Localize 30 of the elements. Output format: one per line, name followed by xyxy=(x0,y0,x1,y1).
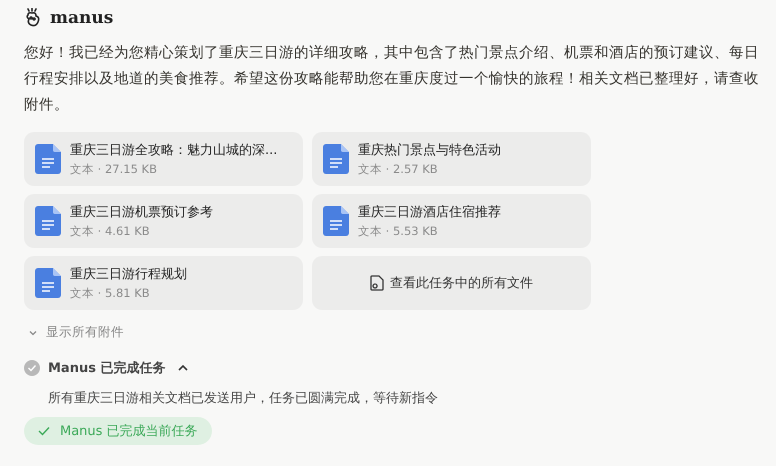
file-meta: 文本 · 27.15 KB xyxy=(70,162,158,177)
check-circle-icon xyxy=(24,360,40,376)
file-name: 重庆热门景点与特色活动 xyxy=(358,142,501,159)
task-title: Manus 已完成任务 xyxy=(48,360,166,377)
file-name: 重庆三日游全攻略：魅力山城的深... xyxy=(70,142,278,159)
check-icon xyxy=(38,426,50,436)
file-card[interactable]: 重庆热门景点与特色活动 文本 · 2.57 KB xyxy=(312,132,591,186)
view-all-files-button[interactable]: 查看此任务中的所有文件 xyxy=(312,256,591,310)
file-card[interactable]: 重庆三日游行程规划 文本 · 5.81 KB xyxy=(24,256,303,310)
file-name: 重庆三日游机票预订参考 xyxy=(70,204,213,221)
message-text: 您好！我已经为您精心策划了重庆三日游的详细攻略，其中包含了热门景点介绍、机票和酒店的预订建议、每日行程安排以及地道的美食推荐。希望这份攻略能帮助您在重庆度过一个愉快的旅程！相关文档已整理好，请查收附件。 xyxy=(24,44,759,115)
file-name: 重庆三日游酒店住宿推荐 xyxy=(358,204,501,221)
file-meta: 文本 · 5.53 KB xyxy=(358,224,439,239)
file-card[interactable]: 重庆三日游机票预订参考 文本 · 4.61 KB xyxy=(24,194,303,248)
document-icon xyxy=(323,206,349,236)
file-icon xyxy=(370,275,384,291)
file-meta: 文本 · 4.61 KB xyxy=(70,224,151,239)
document-icon xyxy=(323,144,349,174)
status-badge: Manus 已完成当前任务 xyxy=(24,417,212,445)
file-card[interactable]: 重庆三日游全攻略：魅力山城的深... 文本 · 27.15 KB xyxy=(24,132,303,186)
document-icon xyxy=(35,206,61,236)
file-meta: 文本 · 5.81 KB xyxy=(70,286,151,301)
task-detail: 所有重庆三日游相关文档已发送用户，任务已圆满完成，等待新指令 xyxy=(48,390,439,407)
file-meta: 文本 · 2.57 KB xyxy=(358,162,439,177)
file-card[interactable]: 重庆三日游酒店住宿推荐 文本 · 5.53 KB xyxy=(312,194,591,248)
document-icon xyxy=(35,268,61,298)
brand-name: manus xyxy=(50,8,114,28)
file-name: 重庆三日游行程规划 xyxy=(70,266,187,283)
caret-icon[interactable] xyxy=(177,363,190,373)
document-icon xyxy=(35,144,61,174)
